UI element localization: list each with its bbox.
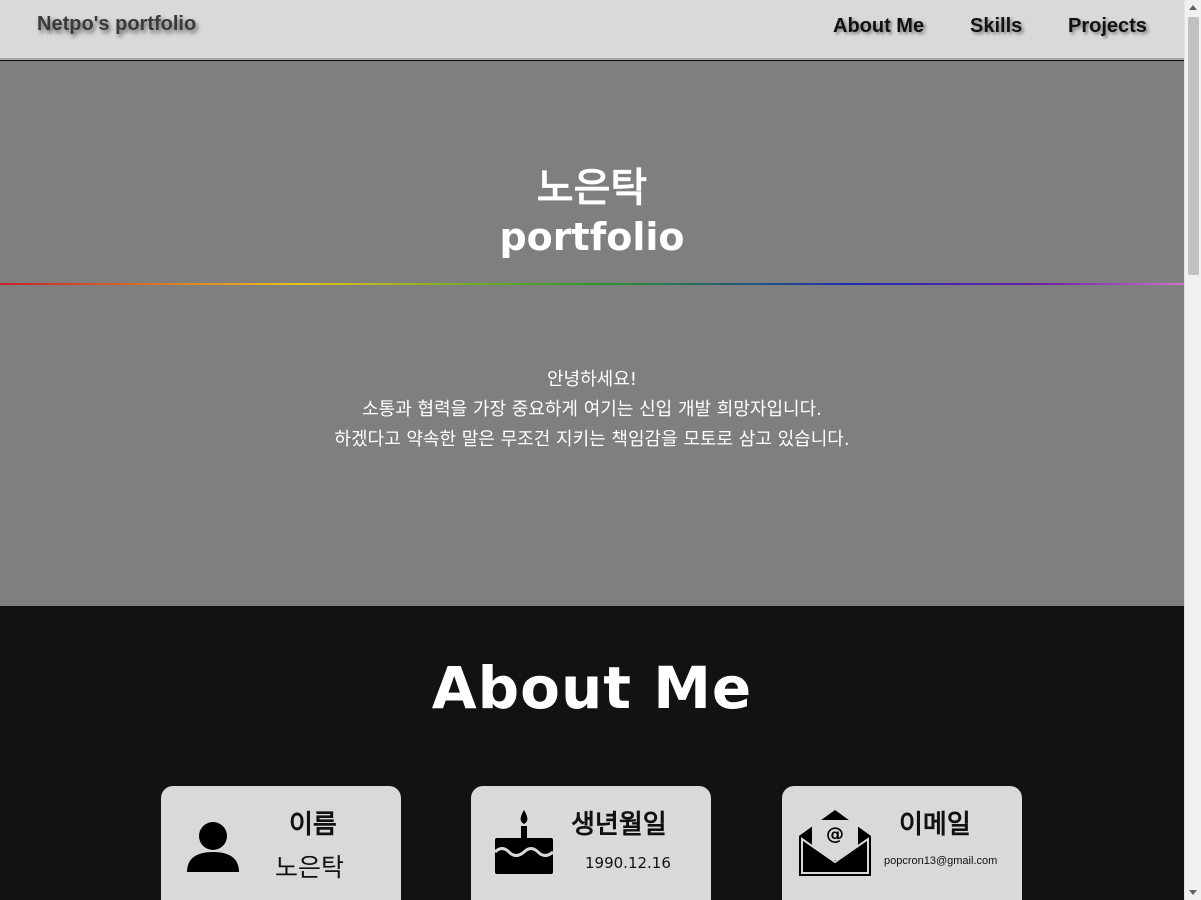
card-title: 이름 [289, 810, 337, 840]
hero-section: 노은탁 portfolio 안녕하세요! 소통과 협력을 가장 중요하게 여기는… [0, 61, 1184, 606]
card-title: 이메일 [899, 810, 971, 840]
intro-line: 소통과 협력을 가장 중요하게 여기는 신입 개발 희망자입니다. [362, 399, 822, 420]
scroll-up-arrow-icon[interactable] [1189, 5, 1197, 10]
hero-intro: 안녕하세요! 소통과 협력을 가장 중요하게 여기는 신입 개발 희망자입니다.… [0, 365, 1184, 455]
card-title: 생년월일 [571, 810, 667, 840]
page: Netpo's portfolio About Me Skills Projec… [0, 0, 1184, 900]
nav-link-skills[interactable]: Skills [970, 15, 1022, 38]
birthday-cake-icon [493, 808, 555, 882]
rainbow-divider [0, 283, 1184, 285]
brand-logo[interactable]: Netpo's portfolio [37, 13, 196, 36]
about-title: About Me [431, 654, 753, 722]
person-icon [185, 820, 241, 878]
scroll-thumb[interactable] [1188, 17, 1199, 275]
info-card-birthday: 생년월일 1990.12.16 [471, 786, 711, 900]
vertical-scrollbar[interactable] [1184, 0, 1201, 900]
info-card-name: 이름 노은탁 [161, 786, 401, 900]
intro-line: 안녕하세요! [546, 369, 637, 390]
mail-icon: @ [796, 806, 874, 882]
navbar: Netpo's portfolio About Me Skills Projec… [0, 0, 1184, 60]
svg-text:@: @ [826, 824, 844, 845]
card-value: popcron13@gmail.com [884, 855, 998, 867]
scroll-down-arrow-icon[interactable] [1189, 890, 1197, 895]
card-value: 1990.12.16 [585, 854, 671, 872]
hero-subtitle: portfolio [499, 215, 685, 259]
info-card-email: @ 이메일 popcron13@gmail.com [782, 786, 1022, 900]
intro-line: 하겠다고 약속한 말은 무조건 지키는 책임감을 모토로 삼고 있습니다. [334, 429, 850, 450]
nav-link-about-me[interactable]: About Me [833, 15, 924, 38]
nav-link-projects[interactable]: Projects [1068, 15, 1147, 38]
card-value: 노은탁 [275, 853, 345, 882]
hero-name: 노은탁 [536, 165, 648, 211]
